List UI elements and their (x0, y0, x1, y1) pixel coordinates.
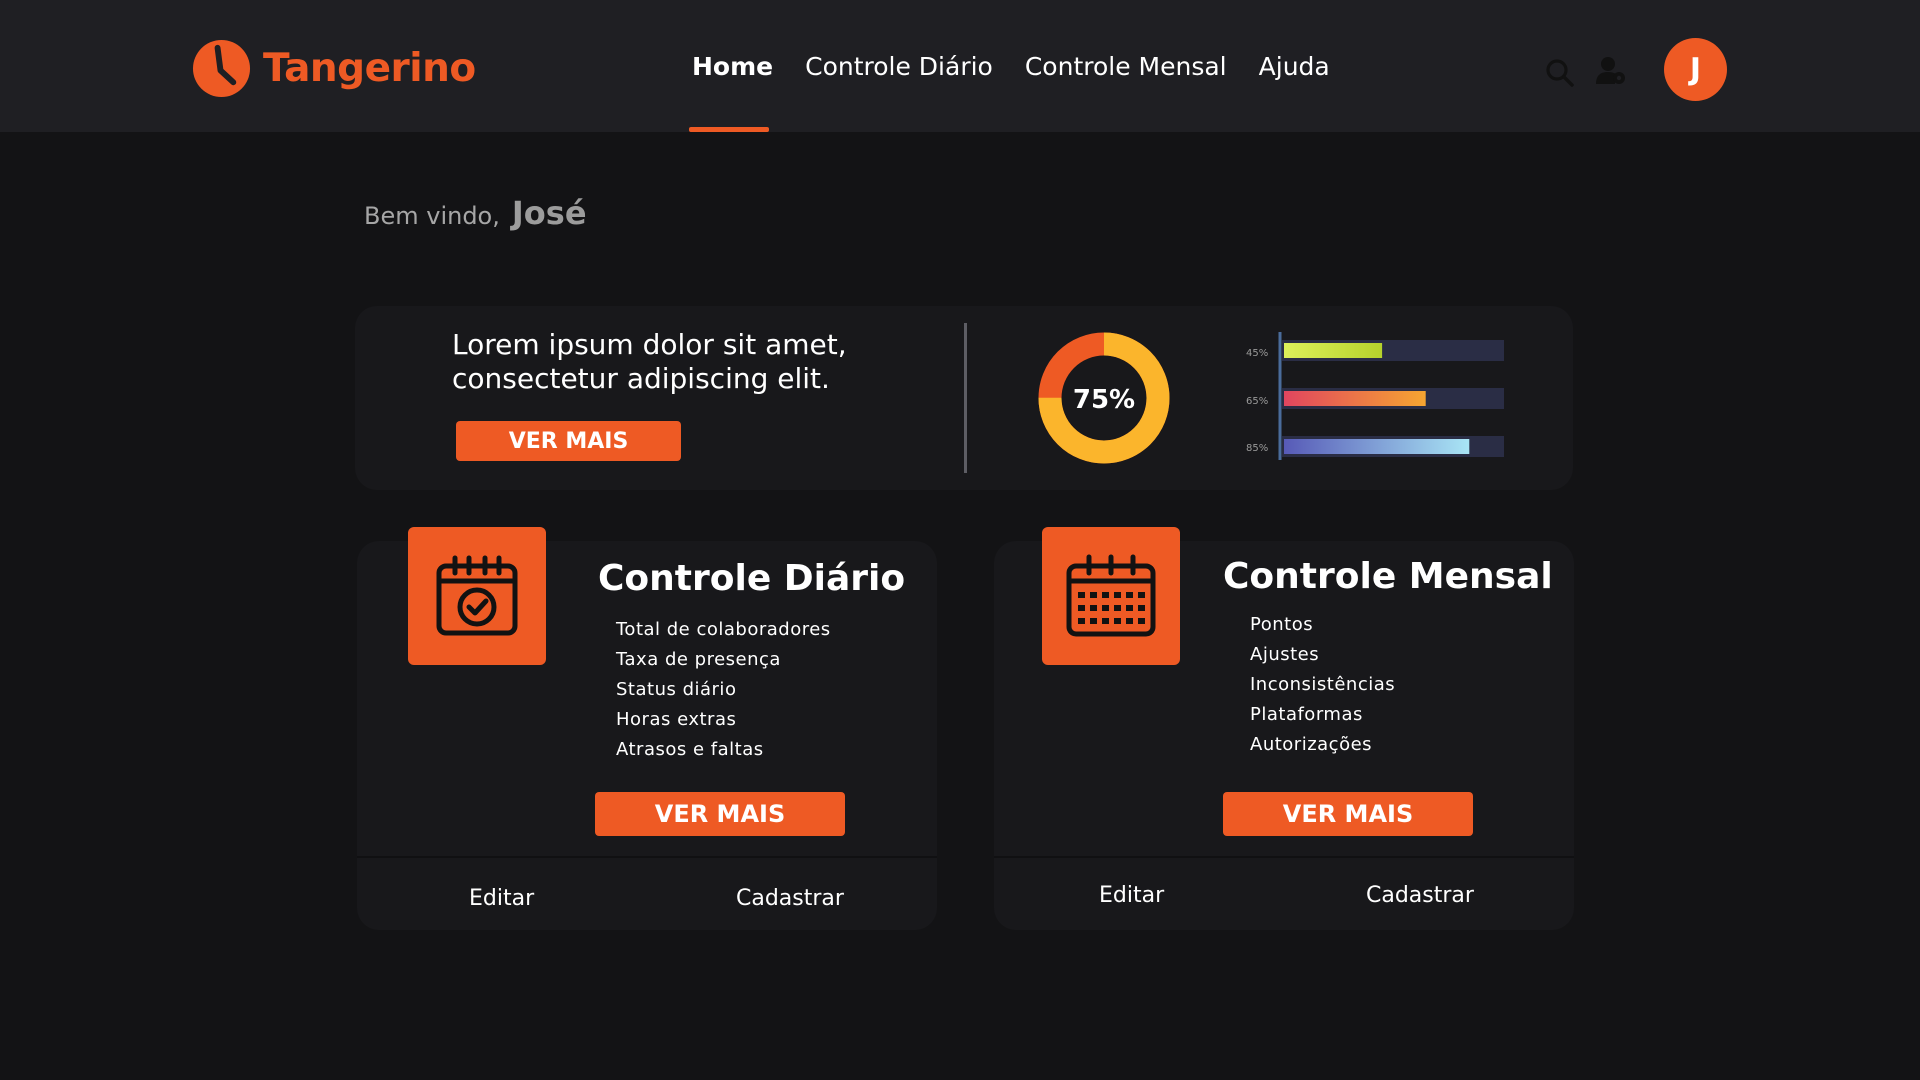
list-item: Taxa de presença (616, 649, 781, 670)
list-item: Pontos (1250, 614, 1314, 635)
summary-text: Lorem ipsum dolor sit amet, consectetur … (452, 328, 847, 395)
nav-controle-mensal[interactable]: Controle Mensal (1025, 52, 1227, 81)
bar-label-3: 85% (1246, 443, 1268, 454)
register-button[interactable]: Cadastrar (736, 886, 844, 911)
list-item: Ajustes (1250, 644, 1320, 665)
summary-ver-mais-button[interactable]: VER MAIS (456, 421, 681, 461)
search-icon[interactable] (1543, 56, 1577, 90)
list-item: Atrasos e faltas (616, 739, 764, 760)
list-item: Horas extras (616, 709, 737, 730)
welcome-label: Bem vindo, (364, 202, 500, 230)
list-item: Autorizações (1250, 734, 1373, 755)
bar-fill-3 (1284, 439, 1470, 454)
main-nav: Home Controle Diário Controle Mensal Aju… (692, 52, 1362, 81)
nav-controle-diario[interactable]: Controle Diário (805, 52, 993, 81)
donut-chart: 75% (1038, 332, 1170, 464)
top-navbar: Tangerino Home Controle Diário Controle … (0, 0, 1920, 132)
card-title: Controle Mensal (1223, 556, 1553, 597)
card-item-list: Pontos Ajustes Inconsistências Plataform… (1250, 610, 1395, 760)
controle-diario-ver-mais-button[interactable]: VER MAIS (595, 792, 845, 836)
calendar-grid-icon (1066, 554, 1156, 637)
edit-button[interactable]: Editar (1099, 883, 1164, 908)
bar-label-1: 45% (1246, 348, 1268, 359)
brand-logo[interactable]: Tangerino (192, 39, 476, 98)
bar-label-2: 65% (1246, 396, 1268, 407)
bar-fill-2 (1284, 391, 1426, 406)
card-footer-divider (994, 856, 1574, 858)
card-icon-box (1042, 527, 1180, 665)
register-button[interactable]: Cadastrar (1366, 883, 1474, 908)
donut-label: 75% (1073, 385, 1135, 415)
clock-icon (192, 39, 251, 98)
list-item: Inconsistências (1250, 674, 1396, 695)
card-icon-box (408, 527, 546, 665)
list-item: Plataformas (1250, 704, 1363, 725)
card-item-list: Total de colaboradores Taxa de presença … (616, 615, 831, 765)
calendar-check-icon (436, 555, 518, 636)
list-item: Status diário (616, 679, 737, 700)
user-name: José (511, 194, 587, 232)
summary-divider (964, 323, 967, 473)
active-nav-indicator (689, 127, 769, 132)
edit-button[interactable]: Editar (469, 886, 534, 911)
controle-mensal-ver-mais-button[interactable]: VER MAIS (1223, 792, 1473, 836)
bar-fill-1 (1284, 343, 1383, 358)
card-footer-divider (357, 856, 937, 858)
brand-name: Tangerino (263, 46, 476, 91)
nav-home[interactable]: Home (692, 52, 773, 81)
avatar[interactable]: J (1664, 38, 1727, 101)
progress-bars: 45% 65% 85% (1246, 332, 1504, 460)
user-settings-icon[interactable] (1594, 54, 1628, 88)
nav-ajuda[interactable]: Ajuda (1259, 52, 1330, 81)
welcome-message: Bem vindo, José (364, 194, 587, 232)
card-title: Controle Diário (598, 558, 906, 599)
list-item: Total de colaboradores (616, 619, 831, 640)
